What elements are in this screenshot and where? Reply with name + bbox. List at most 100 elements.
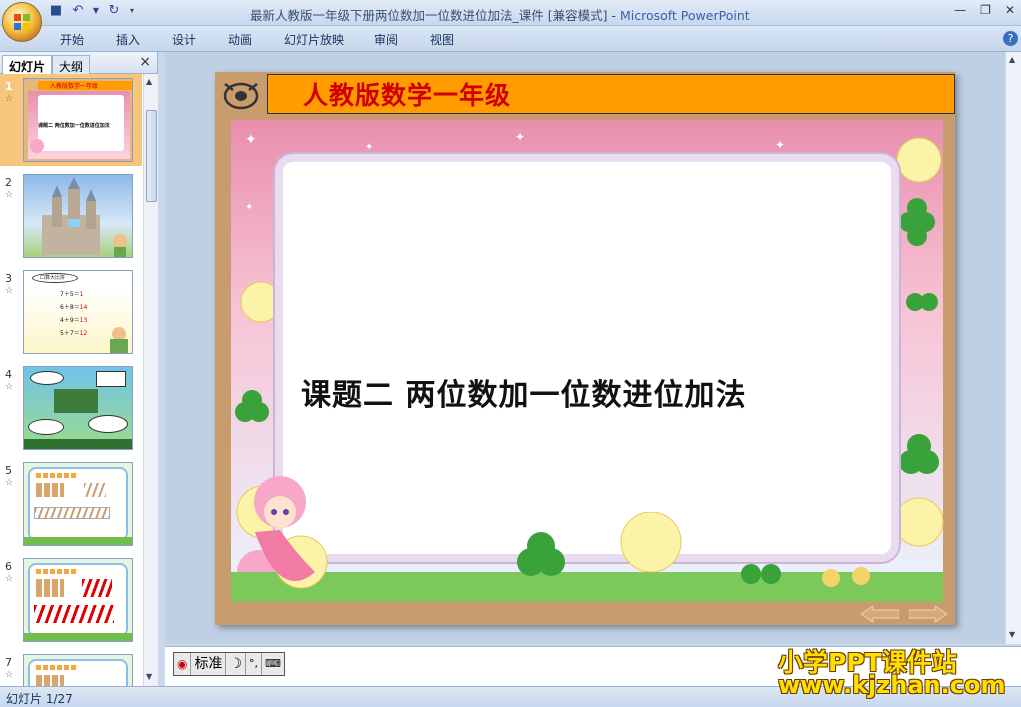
thumbnail-number: 4 — [5, 368, 12, 381]
thumb-bundles — [36, 675, 64, 686]
office-button[interactable] — [2, 2, 42, 42]
thumbnail-number: 6 — [5, 560, 12, 573]
scroll-thumb[interactable] — [146, 110, 157, 202]
thumbnail-number: 7 — [5, 656, 12, 669]
thumbnail-row[interactable]: 5 ☆ — [0, 458, 142, 550]
tab-slideshow[interactable]: 幻灯片放映 — [284, 31, 374, 48]
thumbnail-number: 3 — [5, 272, 12, 285]
minimize-icon[interactable]: — — [954, 3, 966, 17]
thumbnail-list: 1 ☆ 人教版数学一年级 课题二 两位数加一位数进位加法 2 ☆ 3 ☆ 口算大… — [0, 74, 142, 686]
thumbnail-row[interactable]: 7 ☆ — [0, 650, 142, 686]
scroll-up-icon[interactable]: ▲ — [146, 77, 152, 86]
thumb-market-stall — [54, 389, 98, 413]
thumbnail-scrollbar[interactable]: ▲ ▼ — [143, 74, 158, 686]
thumb-character-body — [110, 339, 128, 353]
pane-tabs: 幻灯片 大纲 × — [0, 52, 157, 74]
tab-review[interactable]: 审阅 — [374, 31, 430, 48]
animation-star-icon: ☆ — [5, 190, 14, 200]
tab-outline[interactable]: 大纲 — [52, 55, 91, 74]
ime-mode-label[interactable]: 标准 — [191, 653, 227, 675]
slide-logo-icon — [223, 82, 259, 110]
thumbnail-row[interactable]: 4 ☆ — [0, 362, 142, 454]
customize-qat-icon[interactable]: ▾ — [128, 3, 136, 19]
scroll-down-icon[interactable]: ▼ — [146, 672, 152, 681]
save-icon[interactable]: ■ — [48, 3, 64, 19]
slides-pane: 幻灯片 大纲 × 1 ☆ 人教版数学一年级 课题二 两位数加一位数进位加法 2 … — [0, 52, 158, 686]
ime-toolbar: ◉ 标准 ☽ °, ⌨ — [173, 652, 285, 676]
animation-star-icon: ☆ — [5, 286, 14, 296]
thumb-grass — [24, 537, 132, 545]
next-arrow-icon[interactable] — [909, 606, 947, 622]
thumbnail-slide-5[interactable] — [23, 462, 133, 546]
tab-view[interactable]: 视图 — [430, 31, 486, 48]
current-slide[interactable]: 人教版数学一年级 ✦ ✦ ✦ ✦ ✦ 课题二 两位数加一位数进位加法 — [215, 72, 955, 625]
ime-keyboard-icon[interactable]: ⌨ — [262, 653, 284, 675]
thumb-bundles — [36, 579, 64, 597]
thumb-sticks — [84, 483, 106, 497]
tab-design[interactable]: 设计 — [172, 31, 228, 48]
help-icon[interactable]: ? — [1003, 31, 1018, 46]
sparkle-icon: ✦ — [515, 130, 526, 144]
thumb-speech-bubble — [96, 371, 126, 387]
window-controls: — ❐ ✕ — [954, 3, 1015, 17]
thumb-header-text: 人教版数学一年级 — [50, 83, 99, 90]
thumb-character — [30, 139, 44, 153]
thumb-sticks — [34, 507, 110, 519]
thumb-line-2: 6＋8＝14 — [60, 304, 88, 311]
close-icon[interactable]: ✕ — [1005, 3, 1015, 17]
pane-close-icon[interactable]: × — [139, 54, 151, 70]
scroll-down-icon[interactable]: ▼ — [1009, 630, 1015, 639]
thumb-speech-bubble — [28, 419, 64, 435]
thumb-bundles — [36, 483, 64, 497]
thumb-speech-bubble — [88, 415, 128, 433]
restore-icon[interactable]: ❐ — [980, 3, 991, 17]
ime-punctuation-icon[interactable]: °, — [246, 653, 263, 675]
thumbnail-number: 1 — [5, 80, 13, 93]
redo-icon[interactable]: ↻ — [106, 3, 122, 19]
thumbnail-number: 5 — [5, 464, 12, 477]
thumb-line-1: 7＋5＝1 — [60, 291, 84, 298]
thumb-dots — [36, 473, 76, 478]
thumbnail-row[interactable]: 1 ☆ 人教版数学一年级 课题二 两位数加一位数进位加法 — [0, 74, 142, 166]
sparkle-icon: ✦ — [775, 138, 786, 152]
thumb-red-sticks — [34, 605, 114, 623]
thumbnail-slide-6[interactable] — [23, 558, 133, 642]
sparkle-icon: ✦ — [245, 132, 257, 148]
quick-access-toolbar: ■ ↶ ▼ ↻ ▾ — [48, 3, 136, 19]
tab-insert[interactable]: 插入 — [116, 31, 172, 48]
tab-slides[interactable]: 幻灯片 — [2, 55, 53, 74]
tab-home[interactable]: 开始 — [60, 31, 116, 48]
thumb-title-text: 课题二 两位数加一位数进位加法 — [38, 123, 110, 129]
thumb-dots — [36, 665, 76, 670]
sparkle-icon: ✦ — [365, 142, 374, 153]
thumbnail-row[interactable]: 3 ☆ 口算大比拼 7＋5＝1 6＋8＝14 4＋9＝13 5＋7＝12 — [0, 266, 142, 358]
slide-title[interactable]: 课题二 两位数加一位数进位加法 — [301, 370, 746, 414]
thumb-dots — [36, 569, 76, 574]
undo-dropdown-icon[interactable]: ▼ — [92, 3, 100, 19]
animation-star-icon: ☆ — [5, 478, 14, 488]
slide-header-text[interactable]: 人教版数学一年级 — [303, 76, 511, 112]
slide-content-card — [283, 162, 891, 554]
tab-animations[interactable]: 动画 — [228, 31, 284, 48]
ime-logo-icon[interactable]: ◉ — [174, 653, 192, 675]
scroll-up-icon[interactable]: ▲ — [1009, 55, 1015, 64]
editor-scrollbar[interactable]: ▲ ▼ — [1005, 52, 1021, 644]
thumb-red-sticks — [82, 579, 112, 597]
thumb-banner-text: 口算大比拼 — [40, 275, 66, 281]
thumbnail-slide-4[interactable] — [23, 366, 133, 450]
ribbon-tabs: 开始 插入 设计 动画 幻灯片放映 审阅 视图 — [60, 31, 486, 48]
thumb-card — [28, 467, 128, 541]
thumbnail-row[interactable]: 2 ☆ — [0, 170, 142, 262]
animation-star-icon: ☆ — [5, 574, 14, 584]
ime-halfwidth-icon[interactable]: ☽ — [226, 653, 247, 675]
thumbnail-slide-7[interactable] — [23, 654, 133, 686]
thumbnail-slide-3[interactable]: 口算大比拼 7＋5＝1 6＋8＝14 4＋9＝13 5＋7＝12 — [23, 270, 133, 354]
thumb-line-4: 5＋7＝12 — [60, 330, 88, 337]
thumbnail-slide-2[interactable] — [23, 174, 133, 258]
thumbnail-slide-1[interactable]: 人教版数学一年级 课题二 两位数加一位数进位加法 — [23, 78, 133, 162]
castle-image — [42, 177, 127, 257]
thumb-line-3: 4＋9＝13 — [60, 317, 88, 324]
prev-arrow-icon[interactable] — [861, 606, 899, 622]
undo-icon[interactable]: ↶ — [70, 3, 86, 19]
thumbnail-row[interactable]: 6 ☆ — [0, 554, 142, 646]
